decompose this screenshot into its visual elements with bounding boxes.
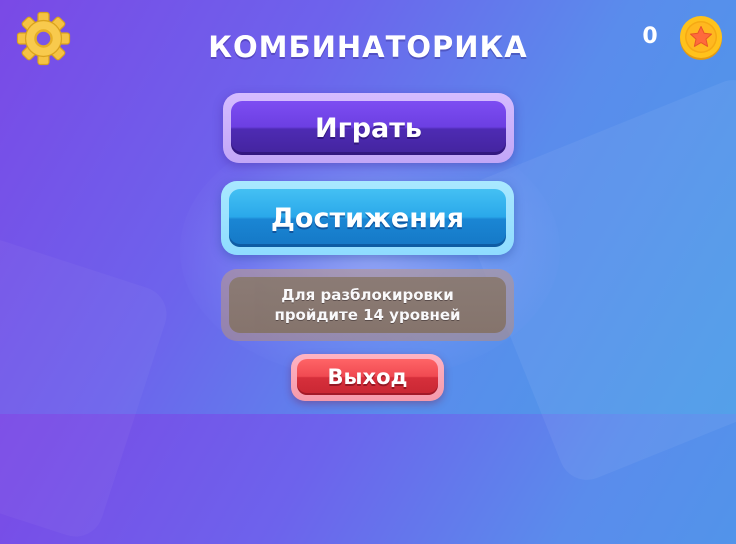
- locked-button-face: Для разблокировки пройдите 14 уровней: [229, 277, 506, 333]
- star-coin-icon: [680, 16, 722, 60]
- achievements-button[interactable]: Достижения: [221, 181, 514, 255]
- exit-button-face: Выход: [297, 359, 438, 395]
- background-shape: [0, 216, 174, 544]
- play-button-label: Играть: [315, 112, 422, 144]
- play-button-face: Играть: [231, 101, 506, 155]
- coin-count: 0: [642, 24, 658, 49]
- game-title: КОМБИНАТОРИКА: [208, 30, 528, 64]
- play-button[interactable]: Играть: [223, 93, 514, 163]
- achievements-button-face: Достижения: [229, 189, 506, 247]
- locked-button: Для разблокировки пройдите 14 уровней: [221, 269, 514, 341]
- achievements-button-label: Достижения: [270, 202, 465, 234]
- exit-button[interactable]: Выход: [291, 354, 444, 401]
- coin-badge: [678, 15, 724, 61]
- exit-button-label: Выход: [327, 365, 408, 389]
- locked-message: Для разблокировки пройдите 14 уровней: [274, 285, 460, 325]
- locked-message-line-1: Для разблокировки: [281, 286, 454, 304]
- locked-message-line-2: пройдите 14 уровней: [274, 306, 461, 324]
